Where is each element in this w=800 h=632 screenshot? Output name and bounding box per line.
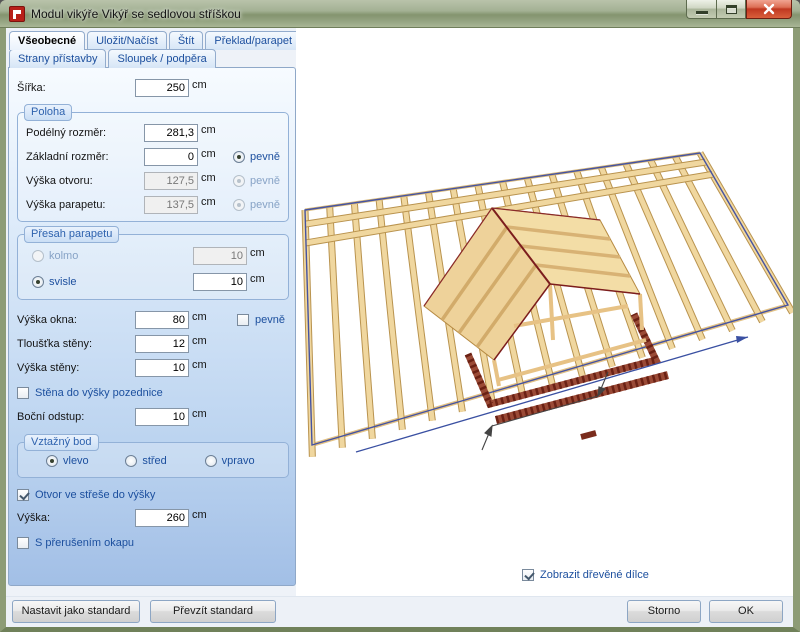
vlevo-label: vlevo (63, 455, 89, 467)
pevne-radio-parapet (233, 199, 245, 211)
pevne-label: pevně (250, 199, 280, 211)
prevzit-standard-button[interactable]: Převzít standard (150, 600, 276, 623)
pevne-radio-zakladni[interactable] (233, 151, 245, 163)
maximize-icon (726, 5, 737, 14)
vyska-label: Výška: (17, 512, 135, 524)
maximize-button[interactable] (716, 0, 746, 19)
vztazny-bod-group: Vztažný bod vlevo střed (17, 442, 289, 478)
svisle-input[interactable] (193, 273, 247, 291)
svisle-label: svisle (49, 276, 167, 288)
minimize-icon (696, 11, 708, 14)
vyska-otvoru-label: Výška otvoru: (26, 175, 144, 187)
vyska-parapetu-input (144, 196, 198, 214)
tab-ulozit-nacist[interactable]: Uložit/Načíst (87, 31, 167, 50)
podelny-rozmer-input[interactable] (144, 124, 198, 142)
pevne-label: pevně (255, 314, 285, 326)
zakladni-rozmer-label: Základní rozměr: (26, 151, 144, 163)
stred-radio[interactable] (125, 455, 137, 467)
zakladni-rozmer-input[interactable] (144, 148, 198, 166)
width-label: Šířka: (17, 82, 135, 94)
eave-direction-arrow (356, 336, 748, 452)
tab-stit[interactable]: Štít (169, 31, 204, 50)
s-prerusenim-okapu-checkbox[interactable] (17, 537, 29, 549)
vyska-steny-label: Výška stěny: (17, 362, 135, 374)
unit-label: cm (192, 335, 207, 347)
bocni-odstup-label: Boční odstup: (17, 411, 135, 423)
vyska-okna-label: Výška okna: (17, 314, 135, 326)
width-input[interactable] (135, 79, 189, 97)
settings-panel: Všeobecné Uložit/Načíst Štít Překlad/par… (6, 28, 296, 596)
unit-label: cm (201, 172, 216, 184)
window-title: Modul vikýře Vikýř se sedlovou stříškou (31, 7, 241, 21)
stena-do-vysky-pozednice-checkbox[interactable] (17, 387, 29, 399)
poloha-group-title: Poloha (24, 104, 72, 121)
otvor-ve-strese-label: Otvor ve střeše do výšky (35, 489, 155, 501)
podelny-rozmer-label: Podélný rozměr: (26, 127, 144, 139)
ok-button[interactable]: OK (709, 600, 783, 623)
otvor-ve-strese-checkbox[interactable] (17, 489, 29, 501)
bocni-odstup-input[interactable] (135, 408, 189, 426)
pevne-checkbox[interactable] (237, 314, 249, 326)
unit-label: cm (201, 148, 216, 160)
vyska-okna-input[interactable] (135, 311, 189, 329)
unit-label: cm (250, 273, 265, 285)
pevne-radio-otvor (233, 175, 245, 187)
footer-bar: Nastavit jako standard Převzít standard … (6, 596, 793, 627)
kolmo-input (193, 247, 247, 265)
storno-button[interactable]: Storno (627, 600, 701, 623)
svisle-radio[interactable] (32, 276, 44, 288)
presah-group-title: Přesah parapetu (24, 226, 119, 243)
vlevo-radio[interactable] (46, 455, 58, 467)
tab-page-vseobecne: Šířka: cm Poloha Podélný rozměr: cm Zákl… (8, 67, 296, 586)
close-button[interactable] (746, 0, 792, 19)
unit-label: cm (192, 79, 207, 91)
unit-label: cm (192, 311, 207, 323)
zobrazit-drevene-dilce-label: Zobrazit dřevěné dílce (540, 569, 649, 581)
s-prerusenim-okapu-label: S přerušením okapu (35, 537, 134, 549)
kolmo-label: kolmo (49, 250, 167, 262)
poloha-group: Poloha Podélný rozměr: cm Základní rozmě… (17, 112, 289, 222)
title-bar: Modul vikýře Vikýř se sedlovou stříškou (0, 0, 800, 28)
vyska-steny-input[interactable] (135, 359, 189, 377)
unit-label: cm (192, 408, 207, 420)
stena-do-vysky-pozednice-label: Stěna do výšky pozednice (35, 387, 163, 399)
dialog-window: Modul vikýře Vikýř se sedlovou stříškou … (0, 0, 800, 632)
minimize-button[interactable] (686, 0, 716, 19)
vyska-input[interactable] (135, 509, 189, 527)
unit-label: cm (250, 247, 265, 259)
pevne-label: pevně (250, 175, 280, 187)
presah-parapetu-group: Přesah parapetu kolmo cm svisle cm (17, 234, 289, 300)
tab-preklad-parapet[interactable]: Překlad/parapet (205, 31, 296, 50)
kolmo-radio[interactable] (32, 250, 44, 262)
zobrazit-drevene-dilce-checkbox[interactable] (522, 569, 534, 581)
vyska-parapetu-label: Výška parapetu: (26, 199, 144, 211)
preview-3d-canvas[interactable]: Zobrazit dřevěné dílce (296, 28, 793, 596)
close-icon (763, 3, 775, 15)
vpravo-radio[interactable] (205, 455, 217, 467)
unit-label: cm (201, 196, 216, 208)
tab-vseobecne[interactable]: Všeobecné (9, 31, 85, 50)
tloustka-steny-input[interactable] (135, 335, 189, 353)
tloustka-steny-label: Tloušťka stěny: (17, 338, 135, 350)
vpravo-label: vpravo (222, 455, 255, 467)
vztazny-bod-group-title: Vztažný bod (24, 434, 99, 451)
roof-3d-drawing (296, 28, 793, 596)
tab-sloupek-podpera[interactable]: Sloupek / podpěra (108, 49, 215, 68)
tab-strany-pristavby[interactable]: Strany přístavby (9, 49, 106, 68)
unit-label: cm (201, 124, 216, 136)
pevne-label: pevně (250, 151, 280, 163)
unit-label: cm (192, 509, 207, 521)
unit-label: cm (192, 359, 207, 371)
stred-label: střed (142, 455, 166, 467)
nastavit-jako-standard-button[interactable]: Nastavit jako standard (12, 600, 140, 623)
vyska-otvoru-input (144, 172, 198, 190)
app-icon (9, 6, 25, 22)
